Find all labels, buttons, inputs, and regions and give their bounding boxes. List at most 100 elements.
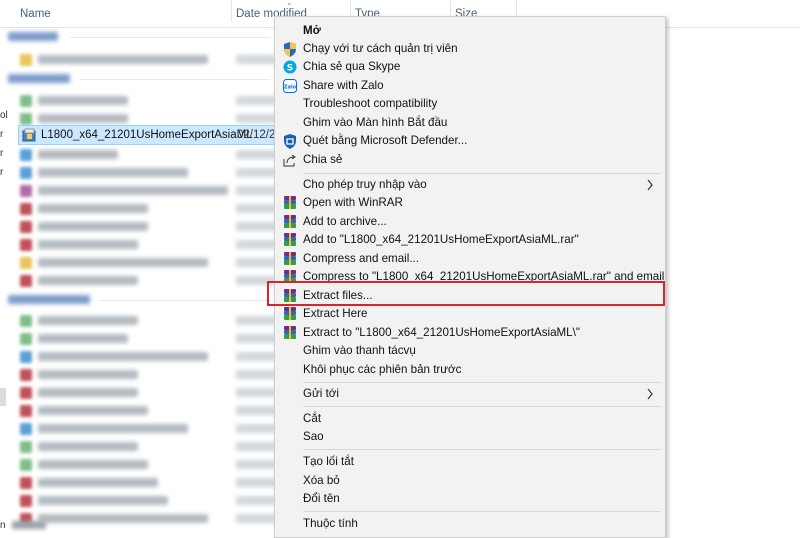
menu-item-share-zalo[interactable]: Zalo Share with Zalo bbox=[275, 77, 665, 95]
menu-item-pin-taskbar[interactable]: Ghim vào thanh tácvụ bbox=[275, 342, 665, 360]
file-row[interactable] bbox=[18, 402, 276, 420]
menu-item-label: Compress and email... bbox=[303, 252, 419, 265]
menu-item-share[interactable]: Chia sẻ bbox=[275, 151, 665, 169]
folder-icon bbox=[20, 257, 32, 269]
file-row[interactable] bbox=[18, 420, 276, 438]
menu-item-defender-scan[interactable]: Quét bằng Microsoft Defender... bbox=[275, 132, 665, 150]
file-row[interactable] bbox=[18, 312, 276, 330]
menu-item-open[interactable]: Mở bbox=[275, 22, 665, 40]
menu-separator bbox=[303, 511, 661, 512]
file-date-redacted bbox=[236, 478, 276, 487]
menu-item-create-shortcut[interactable]: Tạo lối tắt bbox=[275, 453, 665, 471]
menu-item-add-to-archive[interactable]: Add to archive... bbox=[275, 213, 665, 231]
menu-item-delete[interactable]: Xóa bỏ bbox=[275, 472, 665, 490]
file-icon bbox=[20, 185, 32, 197]
file-row[interactable] bbox=[18, 366, 276, 384]
svg-text:S: S bbox=[287, 64, 293, 74]
file-row[interactable] bbox=[18, 474, 276, 492]
file-row[interactable] bbox=[18, 182, 276, 200]
sort-chevron-icon: ⌄ bbox=[286, 0, 293, 7]
nav-edge-text: r bbox=[0, 129, 4, 140]
file-date-redacted bbox=[236, 406, 276, 415]
menu-item-extract-here[interactable]: Extract Here bbox=[275, 305, 665, 323]
menu-item-rename[interactable]: Đổi tên bbox=[275, 490, 665, 508]
menu-item-extract-to-folder[interactable]: Extract to "L1800_x64_21201UsHomeExportA… bbox=[275, 324, 665, 342]
file-row[interactable] bbox=[18, 164, 276, 182]
nav-edge-text: r bbox=[0, 167, 4, 178]
menu-item-open-winrar[interactable]: Open with WinRAR bbox=[275, 194, 665, 212]
navigation-pane-edge: ol r r r bbox=[0, 110, 10, 186]
file-date-redacted bbox=[236, 424, 276, 433]
file-row[interactable] bbox=[18, 218, 276, 236]
file-date-redacted bbox=[236, 316, 276, 325]
menu-item-copy[interactable]: Sao bbox=[275, 428, 665, 446]
column-name[interactable]: Name bbox=[20, 8, 51, 20]
file-date-redacted bbox=[236, 496, 276, 505]
file-name-redacted bbox=[38, 55, 208, 64]
file-date-redacted bbox=[236, 114, 276, 123]
menu-item-label: Cho phép truy nhập vào bbox=[303, 178, 427, 191]
file-row[interactable] bbox=[18, 384, 276, 402]
nav-edge-text: ol bbox=[0, 110, 8, 121]
menu-item-run-as-admin[interactable]: Chạy với tư cách quản trị viên bbox=[275, 40, 665, 58]
file-name-redacted bbox=[38, 114, 128, 123]
file-icon bbox=[20, 495, 32, 507]
file-row[interactable] bbox=[18, 330, 276, 348]
file-date-redacted bbox=[236, 55, 276, 64]
menu-item-restore-versions[interactable]: Khôi phục các phiên bản trước bbox=[275, 361, 665, 379]
winrar-icon bbox=[282, 232, 298, 248]
menu-item-label: Cắt bbox=[303, 412, 322, 425]
menu-separator bbox=[303, 449, 661, 450]
menu-item-add-to-rar[interactable]: Add to "L1800_x64_21201UsHomeExportAsiaM… bbox=[275, 231, 665, 249]
folder-icon bbox=[20, 54, 32, 66]
selected-file-date: 02/12/20 bbox=[237, 129, 275, 141]
menu-item-label: Chạy với tư cách quản trị viên bbox=[303, 42, 458, 55]
menu-item-cut[interactable]: Cắt bbox=[275, 410, 665, 428]
archive-icon bbox=[20, 239, 32, 251]
group-header-last-week[interactable] bbox=[8, 74, 70, 83]
file-row[interactable] bbox=[18, 200, 276, 218]
file-date-redacted bbox=[236, 222, 276, 231]
file-row[interactable] bbox=[18, 272, 276, 290]
menu-separator bbox=[303, 406, 661, 407]
file-name-redacted bbox=[38, 496, 168, 505]
menu-item-label: Chia sẻ bbox=[303, 153, 343, 166]
menu-item-properties[interactable]: Thuộc tính bbox=[275, 515, 665, 533]
file-icon bbox=[20, 441, 32, 453]
group-divider bbox=[70, 37, 270, 38]
group-header-today[interactable] bbox=[8, 32, 58, 41]
menu-item-send-to[interactable]: Gửi tới bbox=[275, 385, 665, 403]
file-row[interactable] bbox=[18, 51, 276, 69]
menu-item-troubleshoot[interactable]: Troubleshoot compatibility bbox=[275, 95, 665, 113]
menu-item-label: Chia sẻ qua Skype bbox=[303, 60, 401, 73]
file-row[interactable] bbox=[18, 438, 276, 456]
file-icon bbox=[20, 149, 32, 161]
menu-separator bbox=[303, 382, 661, 383]
file-name-redacted bbox=[38, 514, 208, 523]
menu-item-label: Khôi phục các phiên bản trước bbox=[303, 363, 462, 376]
status-bar: n bbox=[0, 520, 46, 531]
file-row[interactable] bbox=[18, 254, 276, 272]
file-date-redacted bbox=[236, 258, 276, 267]
file-date-redacted bbox=[236, 240, 276, 249]
file-row[interactable] bbox=[18, 510, 276, 528]
file-name-redacted bbox=[38, 388, 138, 397]
file-row[interactable] bbox=[18, 146, 276, 164]
file-row[interactable] bbox=[18, 348, 276, 366]
menu-item-compress-email[interactable]: Compress and email... bbox=[275, 250, 665, 268]
menu-item-give-access[interactable]: Cho phép truy nhập vào bbox=[275, 176, 665, 194]
file-row[interactable] bbox=[18, 492, 276, 510]
menu-item-label: Add to "L1800_x64_21201UsHomeExportAsiaM… bbox=[303, 233, 579, 246]
menu-item-label: Extract to "L1800_x64_21201UsHomeExportA… bbox=[303, 326, 580, 339]
nav-pane-scrollbar[interactable] bbox=[0, 388, 6, 406]
file-row[interactable] bbox=[18, 92, 276, 110]
column-divider[interactable] bbox=[231, 0, 232, 22]
menu-item-label: Xóa bỏ bbox=[303, 474, 340, 487]
selected-file-row[interactable]: L1800_x64_21201UsHomeExportAsiaML 02/12/… bbox=[18, 125, 276, 145]
file-row[interactable] bbox=[18, 236, 276, 254]
group-header-last-month[interactable] bbox=[8, 295, 90, 304]
file-row[interactable] bbox=[18, 456, 276, 474]
menu-item-pin-start[interactable]: Ghim vào Màn hình Bắt đầu bbox=[275, 114, 665, 132]
file-name-redacted bbox=[38, 370, 138, 379]
menu-item-share-skype[interactable]: S Chia sẻ qua Skype bbox=[275, 58, 665, 76]
